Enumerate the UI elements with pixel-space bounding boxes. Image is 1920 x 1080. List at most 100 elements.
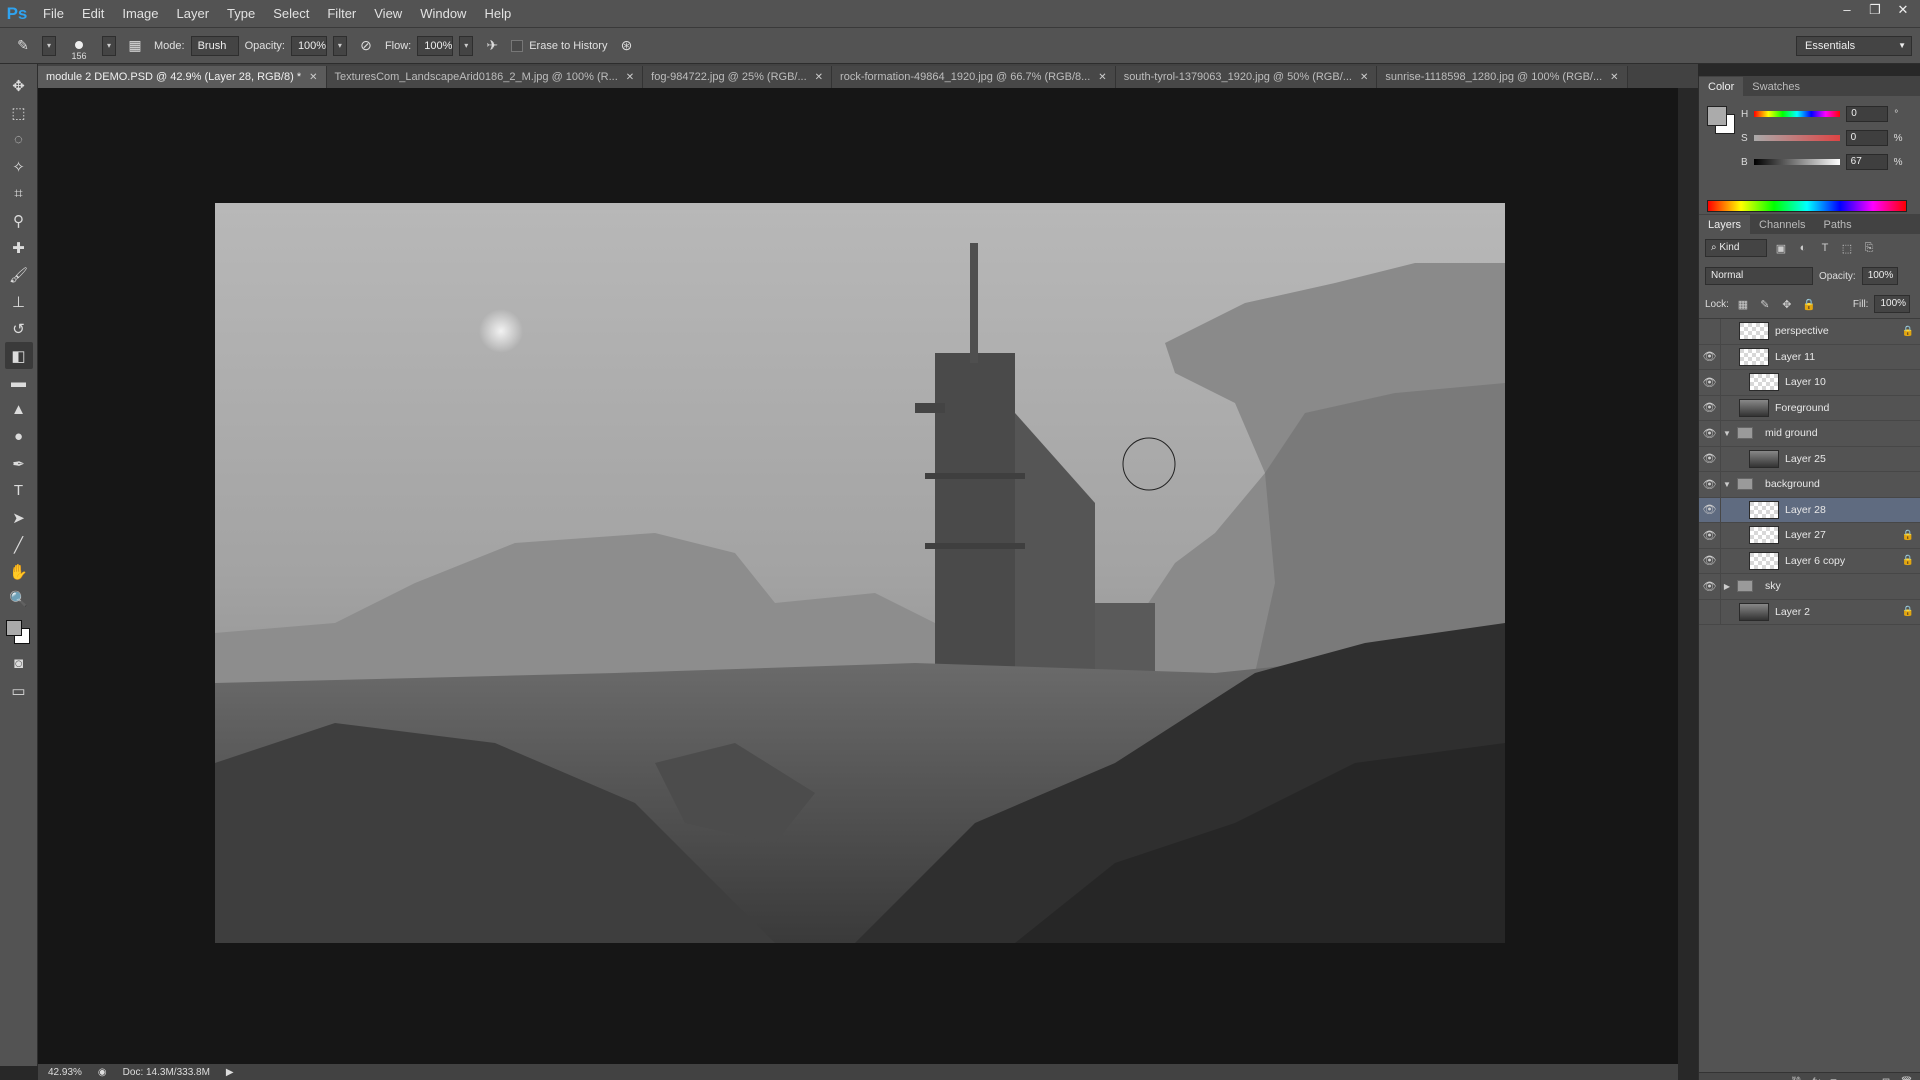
- menu-layer[interactable]: Layer: [168, 0, 219, 28]
- fill-input[interactable]: 100%: [1874, 295, 1911, 313]
- quick-select-tool-icon[interactable]: ✧: [5, 153, 33, 180]
- menu-file[interactable]: File: [34, 0, 73, 28]
- adjustment-filter-icon[interactable]: ◐: [1795, 242, 1811, 254]
- history-brush-tool-icon[interactable]: ↺: [5, 315, 33, 342]
- canvas-area[interactable]: [38, 88, 1678, 1064]
- layer-name[interactable]: Layer 25: [1785, 453, 1896, 465]
- close-icon[interactable]: ✕: [626, 72, 634, 83]
- visibility-eye-icon[interactable]: 👁: [1699, 395, 1721, 421]
- close-icon[interactable]: ✕: [309, 72, 317, 83]
- layer-row[interactable]: 👁 Layer 28: [1699, 497, 1920, 523]
- tab-sunrise[interactable]: sunrise-1118598_1280.jpg @ 100% (RGB/...…: [1377, 66, 1628, 88]
- pressure-size-icon[interactable]: ⊛: [613, 34, 639, 58]
- tab-paths[interactable]: Paths: [1815, 215, 1861, 234]
- layer-row[interactable]: 👁 Layer 25: [1699, 446, 1920, 472]
- kind-filter-select[interactable]: ⌕ Kind: [1705, 239, 1767, 257]
- healing-brush-tool-icon[interactable]: ✚: [5, 234, 33, 261]
- blur-tool-icon[interactable]: ▲: [5, 396, 33, 423]
- foreground-color-swatch[interactable]: [1707, 106, 1727, 126]
- visibility-eye-icon[interactable]: 👁: [1699, 573, 1721, 599]
- tab-rock-formation[interactable]: rock-formation-49864_1920.jpg @ 66.7% (R…: [832, 66, 1116, 88]
- brush-panel-toggle-icon[interactable]: ▦: [122, 34, 148, 58]
- line-tool-icon[interactable]: ╱: [5, 531, 33, 558]
- workspace-switcher[interactable]: Essentials ▼: [1796, 36, 1912, 56]
- menu-select[interactable]: Select: [264, 0, 318, 28]
- tab-fog[interactable]: fog-984722.jpg @ 25% (RGB/... ✕: [643, 66, 833, 88]
- lock-transparent-icon[interactable]: ▦: [1735, 298, 1751, 311]
- pixel-filter-icon[interactable]: ▣: [1773, 242, 1789, 255]
- hue-input[interactable]: 0: [1846, 106, 1889, 122]
- mode-select[interactable]: Brush: [190, 35, 239, 56]
- document-canvas[interactable]: [215, 203, 1505, 943]
- smart-object-filter-icon[interactable]: ⎘: [1861, 242, 1877, 255]
- brush-size-picker[interactable]: 156: [62, 31, 96, 61]
- visibility-eye-icon[interactable]: 👁: [1699, 344, 1721, 370]
- airbrush-icon[interactable]: ✈: [479, 34, 505, 58]
- saturation-slider[interactable]: [1753, 135, 1840, 141]
- lock-all-icon[interactable]: 🔒: [1801, 298, 1817, 311]
- tab-swatches[interactable]: Swatches: [1743, 77, 1809, 96]
- layer-name[interactable]: Layer 10: [1785, 376, 1896, 388]
- menu-window[interactable]: Window: [411, 0, 475, 28]
- visibility-eye-icon[interactable]: [1699, 599, 1721, 625]
- close-icon[interactable]: ✕: [815, 72, 823, 83]
- layer-name[interactable]: sky: [1765, 580, 1896, 592]
- menu-help[interactable]: Help: [475, 0, 520, 28]
- chevron-right-icon[interactable]: ▶: [1721, 582, 1733, 591]
- layer-name[interactable]: Layer 27: [1785, 529, 1896, 541]
- close-icon[interactable]: ✕: [1098, 72, 1106, 83]
- zoom-tool-icon[interactable]: 🔍: [5, 585, 33, 612]
- visibility-eye-icon[interactable]: 👁: [1699, 369, 1721, 395]
- layer-row[interactable]: 👁 ▼ background: [1699, 471, 1920, 498]
- layer-row[interactable]: 👁 Layer 10: [1699, 369, 1920, 396]
- screen-mode-icon[interactable]: ▭: [5, 677, 33, 704]
- pressure-opacity-icon[interactable]: ⊘: [353, 34, 379, 58]
- layer-name[interactable]: Foreground: [1775, 402, 1896, 414]
- brush-picker-dropdown[interactable]: ▾: [102, 35, 116, 56]
- layer-row[interactable]: 👁 ▶ sky: [1699, 573, 1920, 600]
- crop-tool-icon[interactable]: ⌗: [5, 180, 33, 207]
- tab-textures-landscape[interactable]: TexturesCom_LandscapeArid0186_2_M.jpg @ …: [326, 66, 644, 88]
- layer-row[interactable]: 👁 Layer 11: [1699, 344, 1920, 370]
- tab-color[interactable]: Color: [1699, 77, 1744, 96]
- visibility-eye-icon[interactable]: 👁: [1699, 446, 1721, 472]
- color-spectrum-ramp[interactable]: [1707, 200, 1907, 212]
- visibility-eye-icon[interactable]: 👁: [1699, 420, 1721, 446]
- gradient-tool-icon[interactable]: ▬: [5, 369, 33, 396]
- tab-module-2-demo[interactable]: module 2 DEMO.PSD @ 42.9% (Layer 28, RGB…: [38, 66, 327, 88]
- brightness-input[interactable]: 67: [1845, 154, 1888, 170]
- layer-name[interactable]: mid ground: [1765, 427, 1896, 439]
- layer-row[interactable]: Layer 2 🔒: [1699, 599, 1920, 625]
- brush-tool-icon[interactable]: 🖌: [5, 261, 33, 288]
- layer-row[interactable]: 👁 Foreground: [1699, 395, 1920, 421]
- layer-opacity-input[interactable]: 100%: [1861, 267, 1898, 285]
- flow-dropdown[interactable]: ▾: [459, 35, 474, 56]
- visibility-eye-icon[interactable]: 👁: [1699, 522, 1721, 548]
- tab-south-tyrol[interactable]: south-tyrol-1379063_1920.jpg @ 50% (RGB/…: [1115, 66, 1378, 88]
- move-tool-icon[interactable]: ✥: [5, 72, 33, 99]
- layer-row[interactable]: 👁 ▼ mid ground: [1699, 420, 1920, 447]
- dodge-tool-icon[interactable]: ●: [5, 423, 33, 450]
- brightness-slider[interactable]: [1753, 159, 1840, 165]
- menu-edit[interactable]: Edit: [73, 0, 113, 28]
- tool-preset-dropdown[interactable]: ▾: [42, 35, 56, 56]
- path-select-tool-icon[interactable]: ➤: [5, 504, 33, 531]
- minimize-button[interactable]: –: [1838, 2, 1856, 18]
- layer-name[interactable]: Layer 11: [1775, 351, 1896, 363]
- layer-name[interactable]: Layer 28: [1785, 504, 1896, 516]
- close-icon[interactable]: ✕: [1610, 72, 1618, 83]
- visibility-eye-icon[interactable]: [1699, 318, 1721, 344]
- lasso-tool-icon[interactable]: ◌: [5, 126, 33, 153]
- chevron-down-icon[interactable]: ▼: [1721, 429, 1733, 438]
- layer-name[interactable]: background: [1765, 478, 1896, 490]
- type-filter-icon[interactable]: T: [1817, 242, 1833, 254]
- restore-button[interactable]: ❐: [1866, 2, 1884, 18]
- close-button[interactable]: ✕: [1894, 2, 1912, 18]
- layer-row[interactable]: perspective 🔒: [1699, 318, 1920, 345]
- menu-view[interactable]: View: [365, 0, 411, 28]
- status-menu-arrow-icon[interactable]: ▶: [226, 1067, 234, 1078]
- menu-type[interactable]: Type: [218, 0, 264, 28]
- layer-name[interactable]: Layer 6 copy: [1785, 555, 1896, 567]
- opacity-input[interactable]: 100%: [290, 35, 327, 56]
- quick-mask-icon[interactable]: ◙: [5, 650, 33, 677]
